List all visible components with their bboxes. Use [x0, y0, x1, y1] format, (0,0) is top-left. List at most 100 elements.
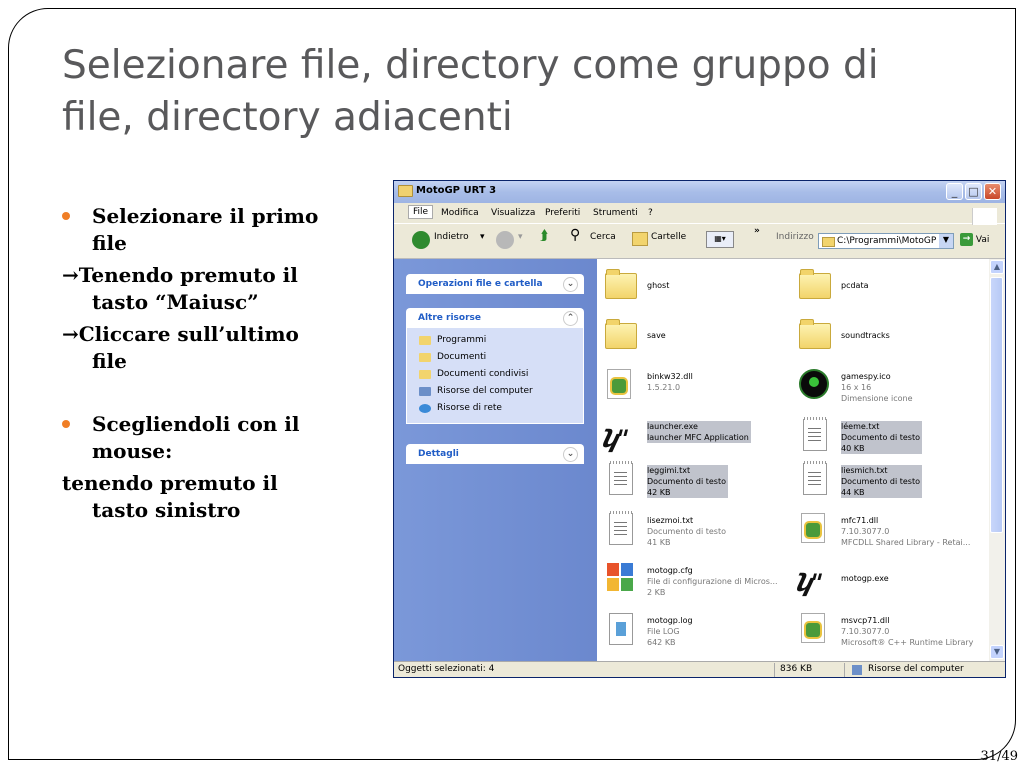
- address-value: C:\Programmi\MotoGP U: [837, 236, 946, 246]
- back-arrow-icon[interactable]: [412, 231, 430, 249]
- network-icon: [419, 404, 431, 413]
- file-motogp-exe[interactable]: ʮ" motogp.exe: [793, 561, 987, 605]
- file-binkw32[interactable]: binkw32.dll 1.5.21.0: [603, 367, 793, 411]
- vertical-scrollbar[interactable]: ▲ ▼: [989, 259, 1005, 661]
- scroll-down-icon[interactable]: ▼: [990, 645, 1004, 659]
- windows-logo-icon: [972, 208, 997, 225]
- other-places-header[interactable]: Altre risorse ⌃: [406, 308, 584, 328]
- folder-icon: [603, 267, 637, 301]
- file-soundtracks[interactable]: soundtracks: [797, 317, 987, 361]
- minimize-button[interactable]: _: [946, 183, 963, 200]
- toolbar: Indietro ▾ ▾ ⮭ ⚲ Cerca Cartelle ▦▾ » Ind…: [394, 224, 1005, 259]
- file-msvcp71-dll[interactable]: msvcp71.dll 7.10.3077.0 Microsoft® C++ Run…: [797, 611, 987, 655]
- scroll-up-icon[interactable]: ▲: [990, 260, 1004, 274]
- go-button[interactable]: → Vai: [960, 233, 989, 246]
- bullet-hold-shift: →Tenendo premuto il tasto “Maiusc”: [62, 263, 298, 314]
- link-risorse-computer[interactable]: Risorse del computer: [407, 383, 583, 400]
- details-panel: Dettagli ⌄: [406, 444, 584, 464]
- up-folder-icon[interactable]: ⮭: [540, 228, 548, 244]
- bullet-with-mouse: Scegliendoli con il mouse:: [62, 411, 362, 465]
- address-field[interactable]: C:\Programmi\MotoGP U ▼: [818, 233, 954, 249]
- file-motogp-cfg[interactable]: motogp.cfg File di configurazione di Micr…: [603, 561, 793, 605]
- file-launcher-exe[interactable]: ʮ" launcher.exe launcher MFC Application: [599, 417, 793, 461]
- maximize-button[interactable]: □: [965, 183, 982, 200]
- computer-icon: [852, 665, 862, 675]
- bullet-dot: [62, 212, 70, 220]
- back-button[interactable]: Indietro: [434, 232, 469, 242]
- menu-preferiti[interactable]: Preferiti: [545, 208, 580, 218]
- file-lisezmoi-txt[interactable]: lisezmoi.txt Documento di testo 41 KB: [603, 511, 793, 555]
- file-gamespy[interactable]: gamespy.ico 16 x 16 Dimensione icone: [797, 367, 987, 411]
- file-ghost[interactable]: ghost: [603, 267, 793, 311]
- menu-modifica[interactable]: Modifica: [441, 208, 479, 218]
- close-button[interactable]: ✕: [984, 183, 1001, 200]
- link-programmi[interactable]: Programmi: [407, 332, 583, 349]
- file-leeme-txt[interactable]: léeme.txt Documento di testo 40 KB: [797, 417, 987, 461]
- folder-icon: [603, 317, 637, 351]
- status-size: 836 KB: [780, 664, 813, 674]
- file-ops-header[interactable]: Operazioni file e cartella ⌄: [406, 274, 584, 294]
- tasks-pane: Operazioni file e cartella ⌄ Altre risor…: [394, 259, 597, 661]
- slide-title: Selezionare file, directory come gruppo …: [62, 40, 962, 144]
- menu-visualizza[interactable]: Visualizza: [491, 208, 535, 218]
- go-arrow-icon: →: [960, 233, 973, 246]
- file-pcdata[interactable]: pcdata: [797, 267, 987, 311]
- file-save[interactable]: save: [603, 317, 793, 361]
- window-title: MotoGP URT 3: [416, 185, 497, 196]
- menu-file[interactable]: File: [408, 205, 434, 219]
- gamespy-icon: [797, 367, 831, 401]
- menu-help[interactable]: ?: [648, 208, 653, 218]
- folders-button[interactable]: Cartelle: [651, 232, 686, 242]
- file-list: ghost pcdata save soundtracks binkw32.dl…: [597, 259, 989, 661]
- menu-strumenti[interactable]: Strumenti: [593, 208, 638, 218]
- bullet-list: Selezionare il primo file →Tenendo premu…: [62, 203, 362, 524]
- chevron-down-icon[interactable]: ⌄: [563, 447, 578, 462]
- folder-icon: [419, 336, 431, 345]
- forward-dropdown-icon[interactable]: ▾: [518, 232, 523, 242]
- toolbar-overflow-icon[interactable]: »: [754, 226, 760, 236]
- file-motogp-log[interactable]: motogp.log File LOG 642 KB: [603, 611, 793, 655]
- log-file-icon: [603, 611, 637, 645]
- text-file-icon: [797, 417, 831, 451]
- back-dropdown-icon[interactable]: ▾: [480, 232, 485, 242]
- search-button[interactable]: Cerca: [590, 232, 616, 242]
- folder-icon: [797, 317, 831, 351]
- views-button[interactable]: ▦▾: [706, 231, 734, 248]
- address-dropdown-icon[interactable]: ▼: [939, 234, 953, 248]
- status-selected: Oggetti selezionati: 4: [398, 664, 495, 674]
- file-liesmich-txt[interactable]: liesmich.txt Documento di testo 44 KB: [797, 461, 987, 505]
- dll-icon: [797, 511, 831, 545]
- text-file-icon: [603, 511, 637, 545]
- window-titlebar[interactable]: MotoGP URT 3 _ □ ✕: [394, 181, 1005, 203]
- file-ops-panel: Operazioni file e cartella ⌄: [406, 274, 584, 294]
- link-documenti[interactable]: Documenti: [407, 349, 583, 366]
- folder-icon: [398, 185, 413, 197]
- chevron-up-icon[interactable]: ⌃: [563, 311, 578, 326]
- file-mfc71-dll[interactable]: mfc71.dll 7.10.3077.0 MFCDLL Shared Librar…: [797, 511, 987, 555]
- title-line-2: file, directory adiacenti: [62, 95, 513, 140]
- address-label: Indirizzo: [776, 232, 814, 242]
- link-documenti-condivisi[interactable]: Documenti condivisi: [407, 366, 583, 383]
- text-file-icon: [797, 461, 831, 495]
- link-risorse-rete[interactable]: Risorse di rete: [407, 400, 583, 417]
- computer-icon: [419, 387, 431, 396]
- text-file-icon: [603, 461, 637, 495]
- folder-icon: [419, 353, 431, 362]
- config-file-icon: [603, 561, 637, 595]
- menu-bar: File Modifica Visualizza Preferiti Strum…: [394, 204, 1005, 225]
- folder-icon: [822, 237, 835, 247]
- chevron-down-icon[interactable]: ⌄: [563, 277, 578, 292]
- other-places-panel: Altre risorse ⌃ Programmi Documenti Docu…: [406, 308, 584, 424]
- shared-folder-icon: [419, 370, 431, 379]
- dll-icon: [603, 367, 637, 401]
- bullet-select-first: Selezionare il primo file: [62, 203, 362, 257]
- details-header[interactable]: Dettagli ⌄: [406, 444, 584, 464]
- status-location: Risorse del computer: [868, 664, 964, 674]
- motogp-exe-icon: ʮ": [599, 425, 628, 453]
- dll-icon: [797, 611, 831, 645]
- bullet-click-last: →Cliccare sull’ultimo file: [62, 322, 299, 373]
- file-leggimi-txt[interactable]: leggimi.txt Documento di testo 42 KB: [603, 461, 793, 505]
- forward-arrow-icon[interactable]: [496, 231, 514, 249]
- scroll-thumb[interactable]: [990, 277, 1003, 533]
- motogp-exe-icon: ʮ": [793, 569, 822, 597]
